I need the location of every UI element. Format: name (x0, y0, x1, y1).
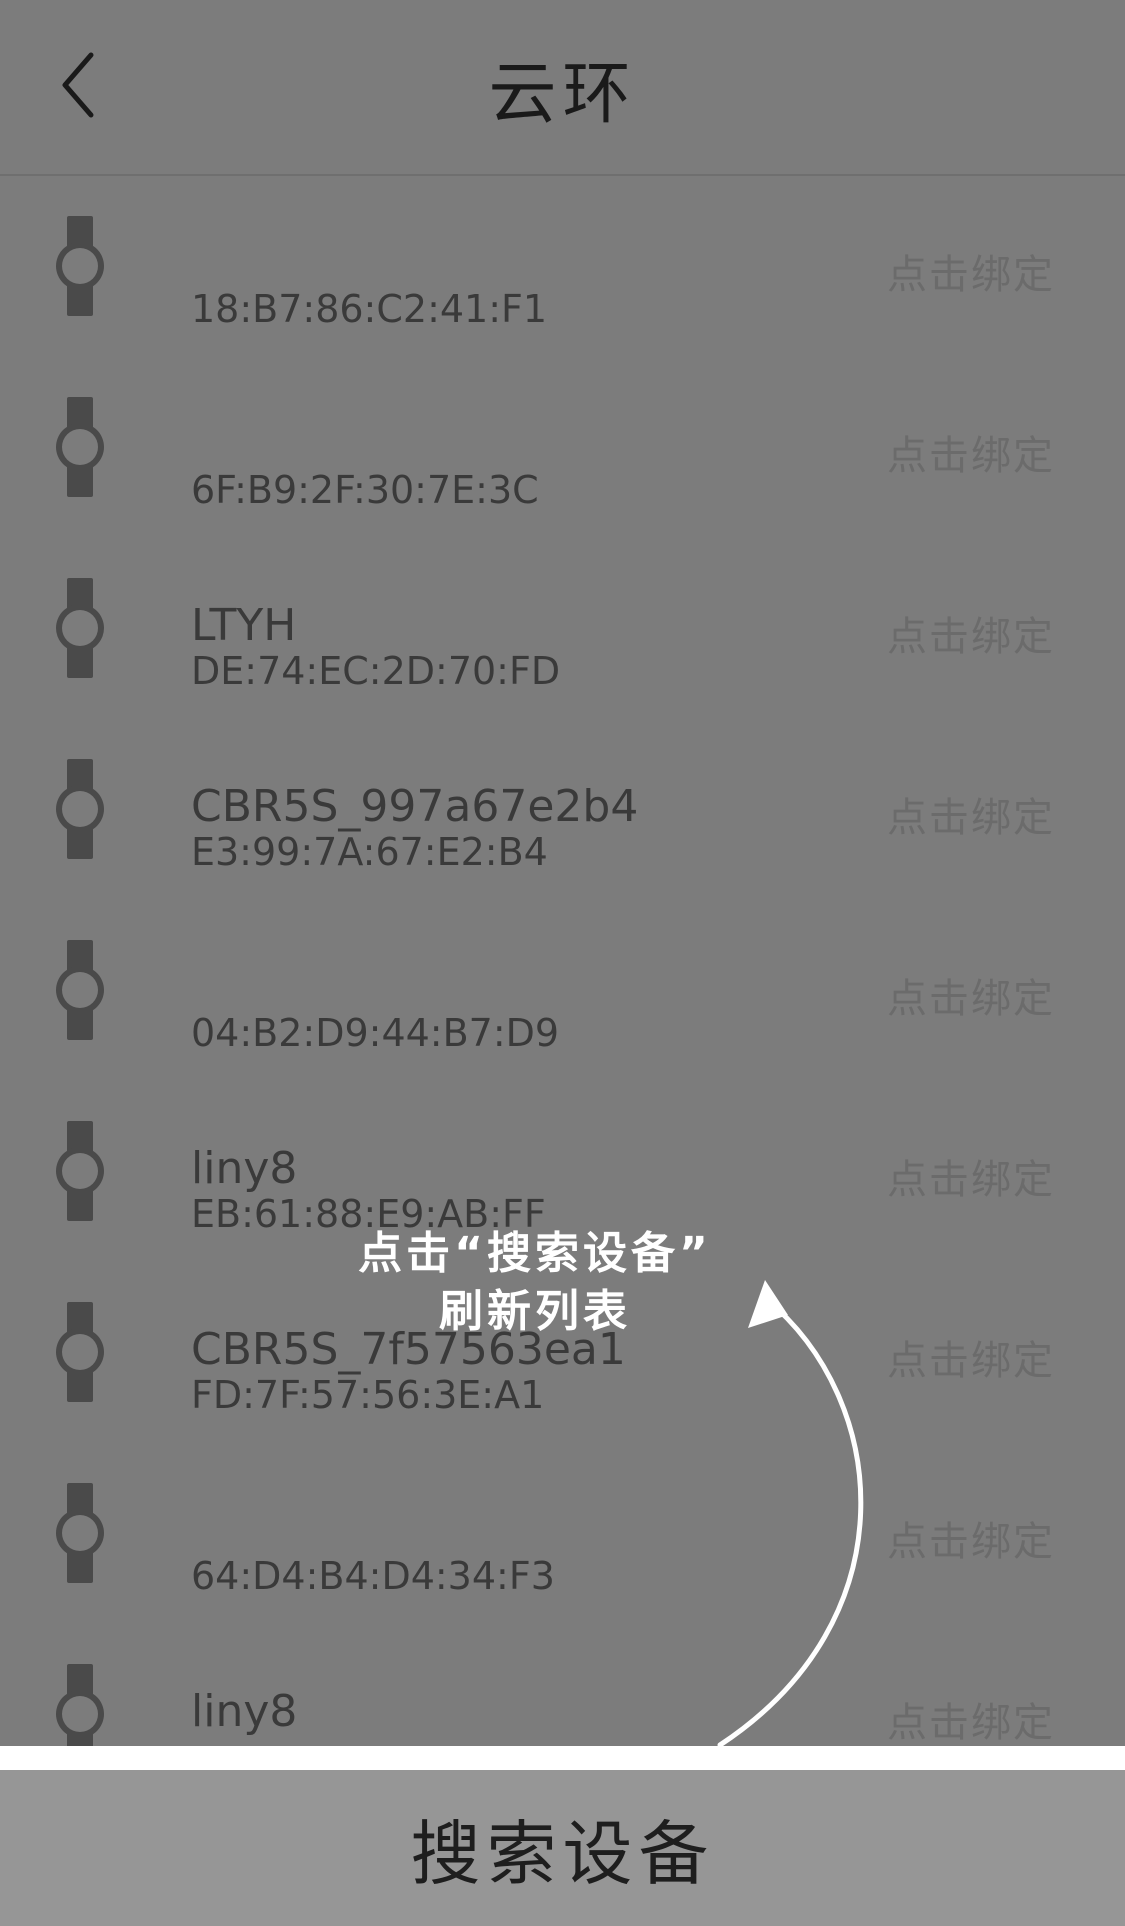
bind-button[interactable]: 点击绑定 (887, 1328, 1055, 1386)
device-row[interactable]: 18:B7:86:C2:41:F1 点击绑定 (0, 176, 1125, 357)
watch-icon (56, 1664, 104, 1746)
bind-button[interactable]: 点击绑定 (887, 1690, 1055, 1746)
device-list[interactable]: 18:B7:86:C2:41:F1 点击绑定 6F:B9:2F:30:7E:3C 点击… (0, 176, 1125, 1746)
device-mac: 18:B7:86:C2:41:F1 (191, 287, 548, 331)
hint-arrow-icon (717, 1280, 864, 1748)
device-mac: E3:99:7A:67:E2:B4 (191, 830, 548, 874)
search-devices-label: 搜索设备 (410, 1812, 715, 1895)
watch-icon (56, 759, 104, 859)
bind-button[interactable]: 点击绑定 (887, 1509, 1055, 1567)
page-title: 云环 (488, 55, 637, 134)
watch-icon (56, 940, 104, 1040)
watch-icon (56, 1121, 104, 1221)
search-devices-button[interactable]: 搜索设备 (0, 1770, 1125, 1926)
device-mac: 64:D4:B4:D4:34:F3 (191, 1554, 555, 1598)
device-row[interactable]: liny8 点击绑定 (0, 1624, 1125, 1746)
top-bar: 云环 (0, 0, 1125, 176)
device-row[interactable]: 04:B2:D9:44:B7:D9 点击绑定 (0, 900, 1125, 1081)
device-mac: 04:B2:D9:44:B7:D9 (191, 1011, 560, 1055)
device-row[interactable]: CBR5S_997a67e2b4 E3:99:7A:67:E2:B4 点击绑定 (0, 719, 1125, 900)
bind-button[interactable]: 点击绑定 (887, 604, 1055, 662)
device-name: liny8 (191, 1686, 298, 1737)
device-name: liny8 (191, 1143, 298, 1194)
bind-button[interactable]: 点击绑定 (887, 966, 1055, 1024)
watch-icon (56, 216, 104, 316)
device-mac: FD:7F:57:56:3E:A1 (191, 1373, 545, 1417)
watch-icon (56, 1302, 104, 1402)
watch-icon (56, 578, 104, 678)
bind-button[interactable]: 点击绑定 (887, 423, 1055, 481)
device-row[interactable]: 6F:B9:2F:30:7E:3C 点击绑定 (0, 357, 1125, 538)
device-name: CBR5S_997a67e2b4 (191, 781, 639, 832)
device-name: LTYH (191, 600, 297, 651)
divider (0, 1746, 1125, 1770)
device-binding-page: 云环 18:B7:86:C2:41:F1 点击绑定 6F:B9:2F:30:7E:3… (0, 0, 1125, 1926)
bind-button[interactable]: 点击绑定 (887, 1147, 1055, 1205)
hint-line-1: 点击“搜索设备” (358, 1228, 712, 1279)
watch-icon (56, 397, 104, 497)
device-mac: DE:74:EC:2D:70:FD (191, 649, 561, 693)
device-row[interactable]: LTYH DE:74:EC:2D:70:FD 点击绑定 (0, 538, 1125, 719)
device-mac: 6F:B9:2F:30:7E:3C (191, 468, 539, 512)
bind-button[interactable]: 点击绑定 (887, 785, 1055, 843)
device-row[interactable]: 64:D4:B4:D4:34:F3 点击绑定 (0, 1443, 1125, 1624)
bind-button[interactable]: 点击绑定 (887, 242, 1055, 300)
watch-icon (56, 1483, 104, 1583)
